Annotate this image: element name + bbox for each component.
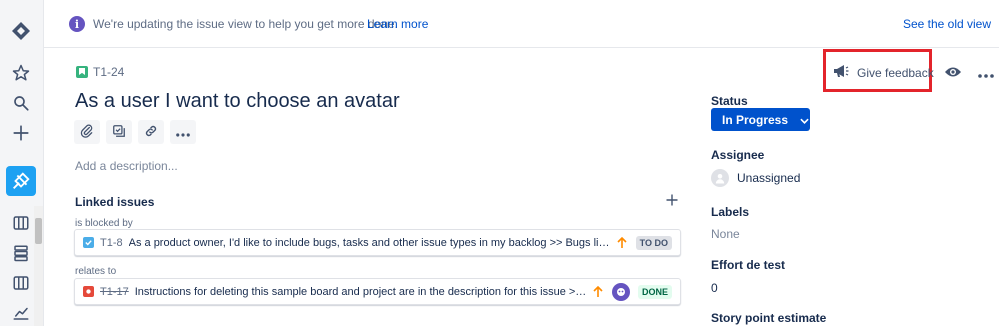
relation-label: relates to [75, 266, 117, 277]
linked-issue-row[interactable]: T1-17 Instructions for deleting this sam… [74, 278, 681, 305]
unassigned-avatar-icon [711, 169, 729, 187]
labels-value[interactable]: None [711, 227, 740, 241]
relation-label: is blocked by [75, 218, 133, 229]
effort-label: Effort de test [711, 258, 786, 272]
banner-message: We're updating the issue view to help yo… [93, 17, 398, 31]
add-linked-issue-button[interactable] [663, 191, 681, 209]
assignee-value: Unassigned [737, 171, 801, 185]
story-points-label: Story point estimate [711, 311, 827, 325]
give-feedback-button[interactable]: Give feedback [833, 64, 934, 81]
more-icon [978, 65, 994, 81]
board-icon[interactable] [8, 270, 34, 296]
star-icon[interactable] [8, 60, 34, 86]
bug-type-icon [83, 286, 94, 297]
search-icon[interactable] [8, 90, 34, 116]
learn-more-link[interactable]: Learn more [367, 17, 428, 31]
attach-button[interactable] [74, 120, 100, 144]
subtask-button[interactable] [106, 120, 132, 144]
status-value: In Progress [722, 112, 789, 127]
more-toolbar-button[interactable] [170, 120, 196, 144]
project-avatar[interactable] [6, 166, 36, 196]
plus-icon [666, 190, 678, 211]
link-icon [144, 124, 158, 141]
assignee-avatar [611, 282, 630, 301]
linked-issue-key[interactable]: T1-8 [100, 237, 123, 249]
labels-label: Labels [711, 205, 750, 219]
global-sidebar [0, 0, 44, 326]
issue-key[interactable]: T1-24 [93, 65, 124, 79]
create-icon[interactable] [8, 120, 34, 146]
linked-issues-heading: Linked issues [75, 195, 155, 209]
story-type-icon [76, 66, 88, 78]
assignee-label: Assignee [711, 148, 765, 162]
give-feedback-label: Give feedback [857, 65, 934, 80]
issue-title[interactable]: As a user I want to choose an avatar [75, 90, 400, 113]
linked-issue-summary[interactable]: As a product owner, I'd like to include … [129, 237, 612, 249]
watch-button[interactable] [942, 62, 964, 84]
priority-medium-icon [616, 236, 628, 249]
status-lozenge: DONE [637, 284, 672, 299]
linked-issue-key[interactable]: T1-17 [100, 286, 129, 298]
status-dropdown[interactable]: In Progress [711, 108, 810, 131]
effort-value[interactable]: 0 [711, 281, 718, 295]
description-field[interactable]: Add a description... [75, 159, 178, 173]
eye-icon [944, 65, 962, 82]
task-type-icon [83, 237, 94, 248]
see-old-view-link[interactable]: See the old view [903, 17, 991, 31]
status-lozenge: TO DO [635, 235, 672, 250]
chevron-down-icon [800, 113, 809, 127]
more-icon [176, 124, 190, 140]
issue-toolbar [74, 120, 196, 144]
backlog-icon[interactable] [8, 210, 34, 236]
status-label: Status [711, 94, 748, 108]
info-icon: i [69, 16, 85, 32]
priority-medium-icon [592, 285, 604, 298]
megaphone-icon [833, 64, 849, 81]
paperclip-icon [80, 124, 94, 141]
sidebar-scrollbar-thumb[interactable] [35, 218, 42, 244]
layers-icon[interactable] [8, 240, 34, 266]
new-issue-view-banner: i We're updating the issue view to help … [44, 0, 999, 48]
link-issue-button[interactable] [138, 120, 164, 144]
subtask-icon [112, 124, 126, 141]
assignee-field[interactable]: Unassigned [711, 169, 800, 187]
linked-issue-row[interactable]: T1-8 As a product owner, I'd like to inc… [74, 229, 681, 256]
linked-issue-summary[interactable]: Instructions for deleting this sample bo… [135, 286, 588, 298]
more-actions-button[interactable] [975, 62, 997, 84]
jira-logo-icon[interactable] [8, 18, 34, 44]
reports-icon[interactable] [8, 300, 34, 326]
